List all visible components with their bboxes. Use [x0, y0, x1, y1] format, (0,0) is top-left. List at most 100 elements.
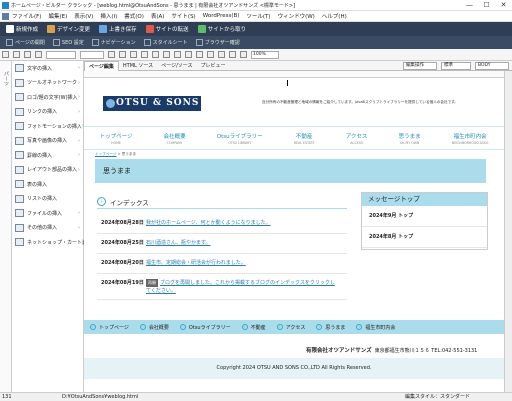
table-icon[interactable]: [218, 51, 225, 58]
menu-edit[interactable]: 編集(E): [48, 12, 67, 20]
site-logo[interactable]: OTSU & SONS: [103, 96, 201, 111]
menu-wordpress[interactable]: WordPress(B): [203, 13, 240, 19]
footer-link-neighborhood[interactable]: › 福生市町内会: [356, 324, 395, 331]
parts-item-link[interactable]: リンクの挿入 ›: [12, 105, 83, 120]
parts-item-list[interactable]: リストの挿入: [12, 192, 83, 207]
parts-item-layout[interactable]: レイアウト部品の挿入 ›: [12, 163, 83, 178]
nav-real-estate[interactable]: 不動産 REAL ESTATE: [294, 132, 315, 145]
parts-item-netshop[interactable]: ネットショップ・カート連携: [12, 235, 92, 250]
footer-link-real-estate[interactable]: › 不動産: [241, 324, 266, 331]
redo-icon[interactable]: [35, 51, 42, 58]
stylesheet-button[interactable]: スタイルシート: [142, 38, 190, 48]
maximize-button[interactable]: ☐: [478, 0, 495, 11]
font-select[interactable]: [80, 50, 104, 59]
secondary-toolbar: ページの開閉 SEO 設定 ナビゲーション スタイルシート ブラウザー確認: [0, 36, 512, 49]
design-change-button[interactable]: デザイン変更: [44, 24, 93, 35]
save-button[interactable]: 上書き保存: [96, 24, 140, 35]
menu-view[interactable]: 表示(V): [74, 12, 93, 20]
parts-item-rule[interactable]: 罫線の挿入 ›: [12, 148, 83, 163]
menu-insert[interactable]: 挿入(I): [100, 12, 117, 20]
footer-link-company[interactable]: › 会社概要: [139, 324, 169, 331]
mode-select[interactable]: 標準: [441, 61, 471, 70]
parts-item-table[interactable]: 表の挿入: [12, 177, 83, 192]
message-top-item[interactable]: 2024年8月 トップ: [362, 227, 487, 248]
menu-table[interactable]: 表(A): [151, 12, 165, 20]
chevron-right-icon: ›: [78, 166, 80, 173]
breadcrumb: トップページ > 思うまま: [95, 152, 137, 156]
message-top-title: メッセージトップ: [362, 193, 487, 206]
open-icon[interactable]: [2, 51, 9, 58]
image-icon[interactable]: [207, 51, 214, 58]
footer-link-home[interactable]: › トップページ: [90, 324, 129, 331]
new-button[interactable]: 新規作成: [3, 24, 41, 35]
parts-panel-tab[interactable]: パーツ: [0, 61, 12, 392]
tab-page-source[interactable]: ページ/ソース: [157, 61, 196, 71]
nav-home[interactable]: トップページ HOME: [100, 132, 133, 145]
minimize-button[interactable]: —: [461, 0, 478, 11]
message-top-box: メッセージトップ 2024年9月 トップ 2024年8月 トップ: [361, 192, 488, 250]
page-canvas[interactable]: OTSU & SONS 自分所有の不動産管理と地域の情報をご紹介しています。Ja…: [84, 78, 504, 392]
vertical-scrollbar[interactable]: [504, 71, 512, 392]
tab-html-source[interactable]: HTML ソース: [119, 61, 157, 71]
body-select[interactable]: BODY: [475, 61, 509, 70]
entry-link[interactable]: 我が社のホームページ、何とか動くようになりました。: [146, 219, 271, 227]
menu-site[interactable]: サイト(S): [171, 12, 195, 20]
entry-link[interactable]: 石川酒造さん、瓶やかます。: [146, 239, 211, 247]
site-transfer-button[interactable]: サイトの転送: [143, 24, 192, 35]
menu-tools[interactable]: ツール(T): [246, 12, 270, 20]
zoom-out-icon[interactable]: [229, 51, 236, 58]
save-small-icon[interactable]: [13, 51, 20, 58]
close-button[interactable]: ✕: [495, 0, 512, 11]
parts-item-text[interactable]: 文字の挿入 ›: [12, 61, 83, 76]
color-icon[interactable]: [185, 51, 192, 58]
underline-icon[interactable]: [130, 51, 137, 58]
link-icon[interactable]: [196, 51, 203, 58]
parts-item-other[interactable]: その他の挿入 ›: [12, 221, 83, 236]
italic-icon[interactable]: [119, 51, 126, 58]
paragraph-style-select[interactable]: [46, 50, 76, 59]
nav-access[interactable]: アクセス ACCESS: [346, 132, 368, 145]
align-center-icon[interactable]: [152, 51, 159, 58]
circle-arrow-icon: ›: [316, 324, 323, 330]
bold-icon[interactable]: [108, 51, 115, 58]
align-left-icon[interactable]: [141, 51, 148, 58]
tab-page-edit[interactable]: ページ編集: [84, 60, 119, 71]
breadcrumb-home-link[interactable]: トップページ: [95, 152, 117, 156]
menu-bar: ファイル(F) 編集(E) 表示(V) 挿入(I) 書式(O) 表(A) サイト…: [0, 11, 512, 22]
list-icon[interactable]: [174, 51, 181, 58]
footer-link-access[interactable]: › アクセス: [276, 324, 305, 331]
nav-library[interactable]: Otsuライブラリー OTSU LIBRARY: [217, 132, 263, 145]
tab-preview[interactable]: プレビュー: [197, 61, 230, 71]
footer-link-my-own[interactable]: › 思うまま: [316, 324, 345, 331]
edit-operation-select[interactable]: 編集操作: [403, 61, 437, 70]
nav-company[interactable]: 会社概要 COMPANY: [164, 132, 186, 145]
parts-item-image[interactable]: 写真や画像の挿入 ›: [12, 134, 83, 149]
menu-format[interactable]: 書式(O): [124, 12, 144, 20]
footer-link-library[interactable]: › Otsuライブラリー: [179, 324, 231, 331]
chevron-right-icon: ›: [78, 210, 80, 217]
undo-icon[interactable]: [24, 51, 31, 58]
nav-neighborhood[interactable]: 福生市町内会 NEIGHBORHOOD ASSO: [452, 132, 489, 145]
zoom-select[interactable]: 100%: [251, 50, 279, 59]
entry-link[interactable]: ブログを再開しました。これから掲載するブログのインデックスをクリックしてください…: [146, 280, 335, 294]
page-open-button[interactable]: ページの開閉: [4, 38, 47, 48]
menu-file[interactable]: ファイル(F): [12, 12, 41, 20]
parts-item-social[interactable]: ツールオネットワーク ›: [12, 76, 83, 91]
app-menu-icon[interactable]: [2, 12, 9, 20]
parts-item-logo[interactable]: ロゴ/題の文字(W)挿入 ›: [12, 90, 83, 105]
align-right-icon[interactable]: [163, 51, 170, 58]
seo-settings-button[interactable]: SEO 設定: [51, 38, 86, 48]
navigation-button[interactable]: ナビゲーション: [90, 38, 138, 48]
message-top-item[interactable]: 2024年9月 トップ: [362, 206, 487, 227]
nav-my-own[interactable]: 思うまま OK MY OWN: [399, 132, 421, 145]
menu-help[interactable]: ヘルプ(H): [322, 12, 347, 20]
menu-window[interactable]: ウィンドウ(W): [278, 12, 315, 20]
zoom-in-icon[interactable]: [240, 51, 247, 58]
parts-item-file[interactable]: ファイルの挿入 ›: [12, 206, 83, 221]
entry-date: 2024年08月20日: [101, 260, 144, 266]
entry-link[interactable]: 福生市、定期総会・研活会が行われました。: [146, 259, 246, 267]
page-icon: [6, 39, 13, 46]
parts-item-photomotion[interactable]: フォトモーションの挿入 ›: [12, 119, 84, 134]
site-import-button[interactable]: サイトから取り: [195, 24, 250, 35]
browser-check-button[interactable]: ブラウザー確認: [194, 38, 242, 48]
